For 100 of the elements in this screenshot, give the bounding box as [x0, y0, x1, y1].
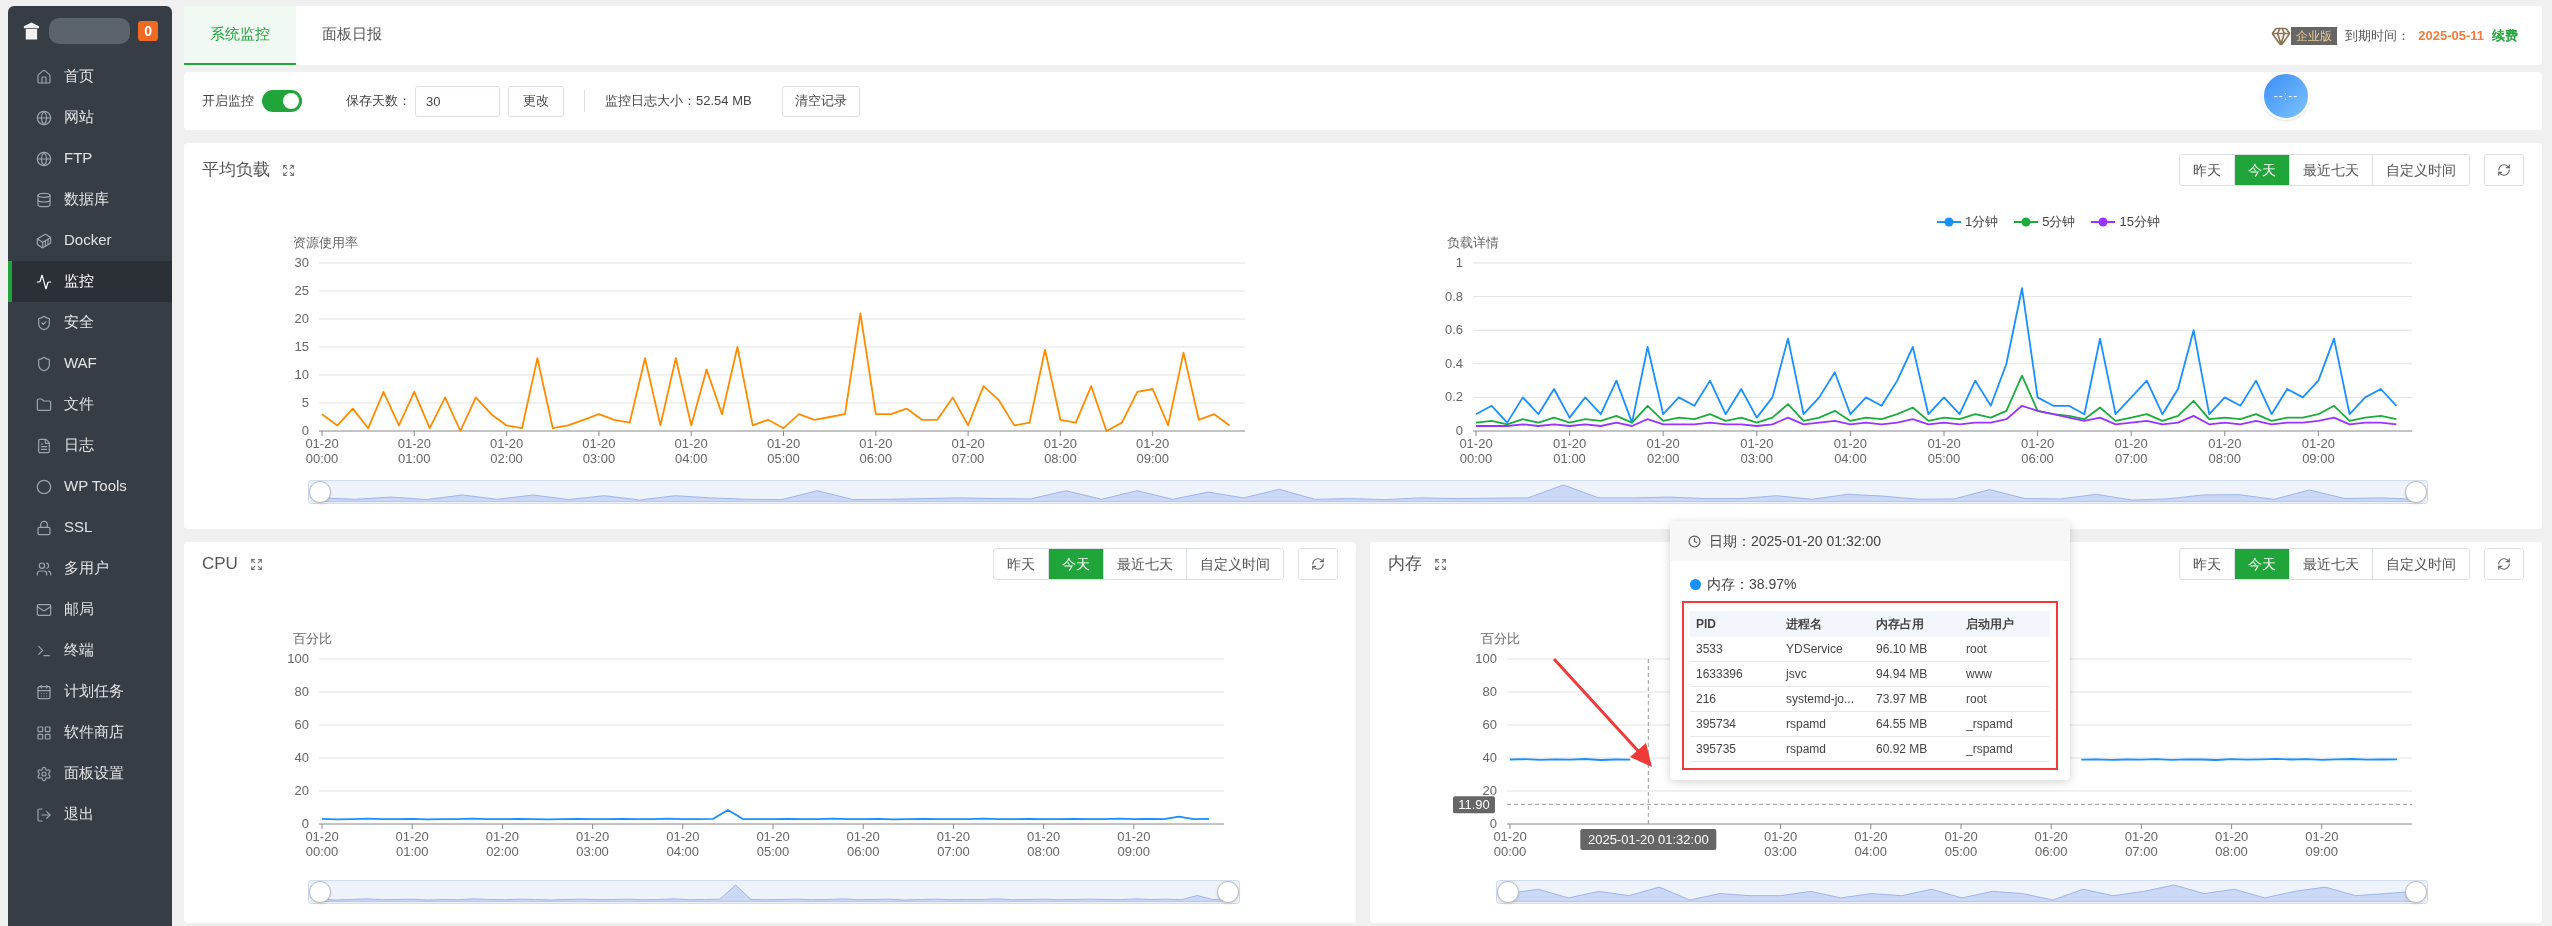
clear-button[interactable]: 清空记录 — [781, 85, 860, 117]
sidebar-item[interactable]: Docker — [8, 220, 172, 261]
axis-tick-label: 0.8 — [1444, 288, 1463, 304]
sidebar-item[interactable]: WAF — [8, 343, 172, 384]
axis-tick-label: 01-20 00:00 — [1459, 436, 1493, 466]
legend-item[interactable]: 5分钟 — [2014, 212, 2076, 232]
sidebar-item[interactable]: 多用户 — [8, 548, 172, 589]
home-icon — [36, 68, 52, 85]
sidebar-item[interactable]: 数据库 — [8, 179, 172, 220]
table-cell: 216 — [1690, 687, 1780, 712]
refresh-button[interactable] — [1298, 548, 1338, 580]
table-cell: root — [1960, 637, 2050, 662]
sidebar-item[interactable]: 面板设置 — [8, 753, 172, 794]
axis-tick-label: 01-20 00:00 — [305, 829, 339, 859]
sidebar-item[interactable]: SSL — [8, 507, 172, 548]
axis-tick-label: 01-20 06:00 — [2034, 829, 2068, 859]
legend-marker-icon — [2091, 217, 2116, 227]
refresh-button[interactable] — [2484, 154, 2524, 186]
axis-tick-label: 80 — [1482, 684, 1497, 699]
column-header: 进程名 — [1780, 611, 1870, 637]
change-button[interactable]: 更改 — [508, 85, 564, 117]
sidebar-item[interactable]: 软件商店 — [8, 712, 172, 753]
table-cell: 64.55 MB — [1870, 712, 1960, 737]
range-tab[interactable]: 最近七天 — [2289, 548, 2373, 580]
range-tab[interactable]: 自定义时间 — [1186, 548, 1284, 580]
slider-handle[interactable] — [2405, 481, 2427, 503]
sidebar-item[interactable]: 首页 — [8, 56, 172, 97]
mail-icon — [36, 601, 52, 618]
circle-icon — [36, 478, 52, 495]
sidebar-item[interactable]: 邮局 — [8, 589, 172, 630]
axis-tick-label: 01-20 01:00 — [397, 436, 431, 466]
axis-tick-label: 01-20 04:00 — [1854, 829, 1888, 859]
range-tab[interactable]: 昨天 — [2179, 548, 2235, 580]
refresh-button[interactable] — [2484, 548, 2524, 580]
refresh-icon — [2497, 163, 2511, 177]
monitor-switch[interactable] — [262, 90, 302, 112]
table-cell: www — [1960, 662, 2050, 687]
column-header: PID — [1690, 611, 1780, 637]
axis-tick-label: 01-20 04:00 — [674, 436, 708, 466]
axis-tick-label: 60 — [294, 717, 309, 732]
axis-tick-label: 01-20 04:00 — [666, 829, 700, 859]
axis-tick-label: 01-20 05:00 — [756, 829, 790, 859]
page-tab[interactable]: 面板日报 — [296, 6, 408, 65]
slider-handle[interactable] — [2405, 881, 2427, 903]
range-tab[interactable]: 最近七天 — [1103, 548, 1187, 580]
panel-title: CPU — [202, 553, 238, 576]
axis-tick-label: 20 — [294, 783, 309, 798]
legend-marker-icon — [2014, 217, 2039, 227]
sidebar-item[interactable]: 计划任务 — [8, 671, 172, 712]
range-slider[interactable] — [308, 880, 1240, 904]
axis-tick-label: 0 — [1455, 423, 1463, 438]
expand-icon[interactable] — [249, 557, 263, 571]
range-tab[interactable]: 昨天 — [993, 548, 1049, 580]
sidebar-item[interactable]: 终端 — [8, 630, 172, 671]
table-cell: 395734 — [1690, 712, 1780, 737]
expiry-date: 2025-05-11 — [2418, 26, 2484, 45]
axis-tick-label: 01-20 05:00 — [766, 436, 801, 466]
sidebar-item[interactable]: 退出 — [8, 794, 172, 835]
slider-handle[interactable] — [309, 481, 331, 503]
axis-tick-label: 30 — [294, 255, 309, 270]
slider-handle[interactable] — [309, 881, 331, 903]
table-cell: _rspamd — [1960, 712, 2050, 737]
settings-icon — [36, 765, 52, 782]
table-cell: YDService — [1780, 637, 1870, 662]
range-tab[interactable]: 昨天 — [2179, 154, 2235, 186]
slider-handle[interactable] — [1217, 881, 1239, 903]
axis-tick-label: 01-20 07:00 — [936, 829, 971, 859]
table-cell: 395735 — [1690, 737, 1780, 762]
axis-tick-label: 01-20 00:00 — [1493, 829, 1527, 859]
range-tab[interactable]: 自定义时间 — [2372, 548, 2470, 580]
sidebar-item[interactable]: 监控 — [8, 261, 172, 302]
axis-tick-label: 15 — [294, 339, 309, 354]
sidebar-item[interactable]: 网站 — [8, 97, 172, 138]
range-slider[interactable] — [308, 480, 2428, 504]
axis-tick-label: 40 — [1482, 750, 1497, 765]
sidebar-item[interactable]: 安全 — [8, 302, 172, 343]
expand-icon[interactable] — [1434, 557, 1447, 571]
axis-tick-label: 01-20 04:00 — [1833, 436, 1868, 466]
legend-item[interactable]: 15分钟 — [2091, 212, 2160, 232]
axis-tick-label: 80 — [294, 684, 309, 699]
range-tab[interactable]: 自定义时间 — [2372, 154, 2470, 186]
legend-item[interactable]: 1分钟 — [1937, 212, 1999, 232]
sidebar-item[interactable]: 文件 — [8, 384, 172, 425]
expand-icon[interactable] — [282, 163, 295, 177]
grid-icon — [36, 724, 52, 741]
sidebar-item[interactable]: 日志 — [8, 425, 172, 466]
sidebar-item[interactable]: WP Tools — [8, 466, 172, 507]
days-input[interactable]: 30 — [415, 85, 500, 117]
range-tab[interactable]: 最近七天 — [2289, 154, 2373, 186]
users-icon — [36, 560, 52, 577]
tooltip-date: 日期：2025-01-20 01:32:00 — [1709, 531, 1881, 551]
container-icon — [36, 232, 52, 249]
axis-tick-label: 0 — [1489, 816, 1497, 831]
axis-tick-label: 01-20 08:00 — [1043, 436, 1078, 466]
axis-tick-label: 01-20 03:00 — [582, 436, 616, 466]
slider-handle[interactable] — [1497, 881, 1519, 903]
axis-tick-label: 0 — [301, 423, 309, 438]
sidebar-item[interactable]: FTP — [8, 138, 172, 179]
range-slider[interactable] — [1496, 880, 2428, 904]
log-size-text: 监控日志大小：52.54 MB — [605, 92, 752, 111]
